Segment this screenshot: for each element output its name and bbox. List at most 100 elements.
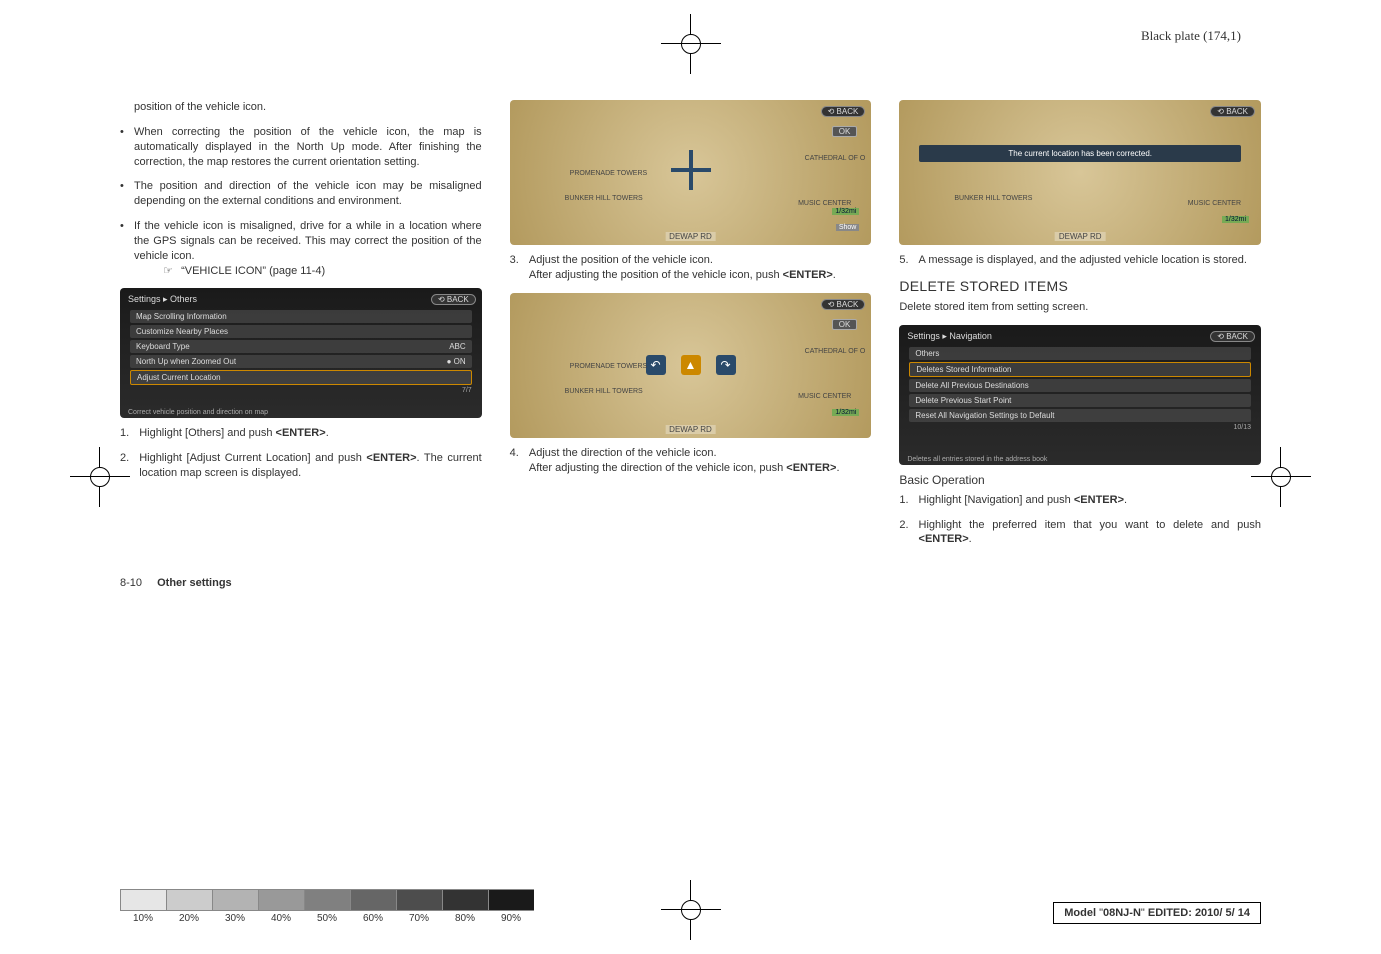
- grayscale-pct: 20%: [166, 913, 212, 924]
- page-section-label: Other settings: [157, 577, 232, 589]
- mi-label: Keyboard Type: [136, 342, 190, 351]
- vehicle-icon: ▲: [681, 355, 701, 375]
- back-button: ⟲ BACK: [1210, 331, 1255, 342]
- page-footer: 8-10 Other settings: [120, 577, 1261, 589]
- screen-footer: Correct vehicle position and direction o…: [128, 409, 268, 416]
- mi-right: ABC: [449, 342, 465, 351]
- grayscale-bar: [350, 889, 396, 911]
- road-label: CATHEDRAL OF O: [805, 348, 866, 355]
- grayscale-pct: 50%: [304, 913, 350, 924]
- bullet-3: If the vehicle icon is misaligned, drive…: [120, 219, 482, 278]
- map-direction-screenshot: ⟲ BACK OK ↶ ▲ ↷ PROMENADE TOWERS BUNKER …: [510, 293, 872, 438]
- step-line2-post: .: [836, 462, 839, 474]
- road-label: BUNKER HILL TOWERS: [954, 195, 1032, 202]
- dist-label: 1/32mi: [832, 208, 859, 215]
- menu-item: Reset All Navigation Settings to Default: [909, 409, 1251, 422]
- road-label: CATHEDRAL OF O: [805, 155, 866, 162]
- mi-label: Delete All Previous Destinations: [915, 381, 1028, 390]
- step-line1: Adjust the direction of the vehicle icon…: [529, 447, 717, 459]
- step-num: 5.: [899, 253, 908, 268]
- mi-label: Adjust Current Location: [137, 373, 221, 382]
- step-line2-pre: After adjusting the position of the vehi…: [529, 269, 783, 281]
- enter-key: <ENTER>: [366, 452, 416, 464]
- settings-navigation-screenshot: Settings ▸ Navigation ⟲ BACK Others Dele…: [899, 325, 1261, 465]
- step-2: 2. Highlight [Adjust Current Location] a…: [120, 451, 482, 481]
- menu-item: Customize Nearby Places: [130, 325, 472, 338]
- road-label: PROMENADE TOWERS: [570, 363, 648, 370]
- grayscale-pct: 30%: [212, 913, 258, 924]
- step-5-list: 5. A message is displayed, and the adjus…: [899, 253, 1261, 268]
- settings-others-screenshot: Settings ▸ Others ⟲ BACK Map Scrolling I…: [120, 288, 482, 418]
- bullet-3-text: If the vehicle icon is misaligned, drive…: [134, 220, 482, 262]
- step-3: 3. Adjust the position of the vehicle ic…: [510, 253, 872, 283]
- dist-label: 1/32mi: [1222, 216, 1249, 223]
- enter-key: <ENTER>: [786, 462, 836, 474]
- step-4: 4. Adjust the direction of the vehicle i…: [510, 446, 872, 476]
- plate-header: Black plate (174,1): [1141, 28, 1241, 44]
- menu-item: Delete All Previous Destinations: [909, 379, 1251, 392]
- step-3-list: 3. Adjust the position of the vehicle ic…: [510, 253, 872, 283]
- enter-key: <ENTER>: [783, 269, 833, 281]
- enter-key: <ENTER>: [276, 427, 326, 439]
- bullet-list: When correcting the position of the vehi…: [120, 125, 482, 279]
- screen-footer: Deletes all entries stored in the addres…: [907, 456, 1047, 463]
- mi-label: Deletes Stored Information: [916, 365, 1011, 374]
- step-text-post: .: [1124, 494, 1127, 506]
- road-bottom: DEWAP RD: [1055, 232, 1106, 241]
- road-bottom: DEWAP RD: [665, 425, 716, 434]
- steps-list-3: 1. Highlight [Navigation] and push <ENTE…: [899, 493, 1261, 548]
- screen-title: Settings ▸ Others: [128, 294, 197, 305]
- menu-page-indicator: 7/7: [130, 387, 472, 394]
- step-line2-pre: After adjusting the direction of the veh…: [529, 462, 786, 474]
- menu-item: North Up when Zoomed Out● ON: [130, 355, 472, 368]
- section-heading: DELETE STORED ITEMS: [899, 278, 1261, 294]
- subsection-heading: Basic Operation: [899, 473, 1261, 487]
- step-text: Highlight [Others] and push: [139, 427, 275, 439]
- menu-item: Others: [909, 347, 1251, 360]
- confirmation-message: The current location has been corrected.: [919, 145, 1241, 162]
- mi-right: ● ON: [447, 357, 466, 366]
- menu-page-indicator: 10/13: [909, 424, 1251, 431]
- dist-label: 1/32mi: [832, 409, 859, 416]
- step-num: 3.: [510, 253, 519, 283]
- menu-item: Delete Previous Start Point: [909, 394, 1251, 407]
- step-4-list: 4. Adjust the direction of the vehicle i…: [510, 446, 872, 476]
- map-position-screenshot: ⟲ BACK OK PROMENADE TOWERS BUNKER HILL T…: [510, 100, 872, 245]
- enter-key: <ENTER>: [919, 533, 969, 545]
- grayscale-pct: 90%: [488, 913, 534, 924]
- step-text-post: .: [326, 427, 329, 439]
- step-num: 1.: [120, 426, 129, 441]
- grayscale-bar: [488, 889, 534, 911]
- regmark-top: [661, 14, 721, 74]
- column-3: ⟲ BACK The current location has been cor…: [899, 100, 1261, 557]
- road-label: MUSIC CENTER: [1188, 200, 1241, 207]
- column-1: position of the vehicle icon. When corre…: [120, 100, 482, 557]
- step-5: 5. A message is displayed, and the adjus…: [899, 253, 1261, 268]
- model-pre: Model: [1064, 907, 1099, 919]
- grayscale-bar: [166, 889, 212, 911]
- bottom-strip: 10%20%30%40%50%60%70%80%90% Model "08NJ-…: [0, 889, 1381, 924]
- screen-title: Settings ▸ Navigation: [907, 331, 992, 342]
- grayscale-bar: [396, 889, 442, 911]
- column-2: ⟲ BACK OK PROMENADE TOWERS BUNKER HILL T…: [510, 100, 872, 557]
- rotate-right-icon: ↷: [716, 355, 736, 375]
- grayscale-pct: 40%: [258, 913, 304, 924]
- step-1b: 1. Highlight [Navigation] and push <ENTE…: [899, 493, 1261, 508]
- mi-label: Others: [915, 349, 939, 358]
- model-name: 08NJ-N: [1103, 907, 1141, 919]
- step-2b: 2. Highlight the preferred item that you…: [899, 518, 1261, 548]
- road-label: BUNKER HILL TOWERS: [565, 195, 643, 202]
- road-label: PROMENADE TOWERS: [570, 170, 648, 177]
- rotation-arrows: ↶ ▲ ↷: [646, 353, 736, 377]
- grayscale-pct: 70%: [396, 913, 442, 924]
- menu-list: Map Scrolling Information Customize Near…: [130, 310, 472, 394]
- step-text: Highlight [Navigation] and push: [919, 494, 1074, 506]
- menu-item-selected: Deletes Stored Information: [909, 362, 1251, 377]
- grayscale-bar: [120, 889, 166, 911]
- road-bottom: DEWAP RD: [665, 232, 716, 241]
- step-text: A message is displayed, and the adjusted…: [919, 253, 1261, 268]
- reference-icon: ☞: [158, 264, 178, 279]
- grayscale-pct: 10%: [120, 913, 166, 924]
- grayscale-strip: 10%20%30%40%50%60%70%80%90%: [120, 889, 534, 924]
- mi-label: Customize Nearby Places: [136, 327, 228, 336]
